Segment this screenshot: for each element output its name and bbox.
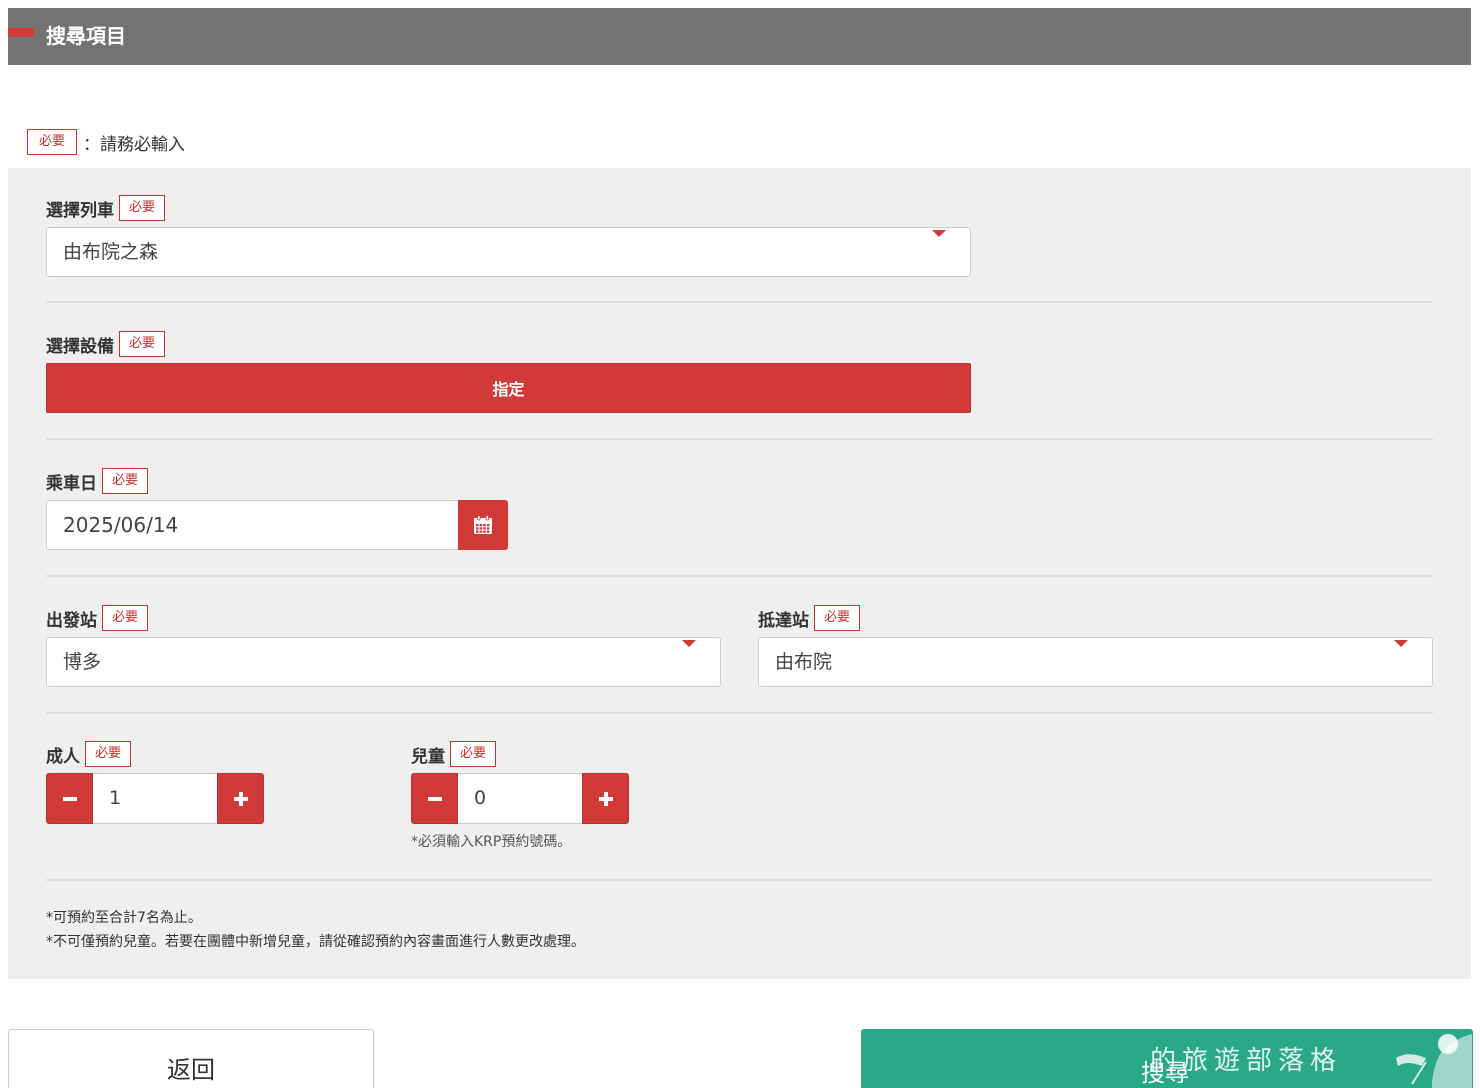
watermark-figure-icon (1396, 1034, 1472, 1088)
back-button-label: 返回 (167, 1056, 215, 1084)
date-label: 乘車日 (46, 473, 97, 494)
required-tag: 必要 (119, 195, 166, 221)
plus-icon (233, 791, 248, 806)
divider (46, 879, 1433, 881)
divider (46, 575, 1433, 577)
section-header: 搜尋項目 (8, 8, 1471, 65)
arrival-select-value: 由布院 (775, 651, 833, 673)
chevron-down-icon (1394, 640, 1408, 647)
required-legend-text: ：請務必輸入 (83, 134, 185, 155)
divider (46, 301, 1433, 303)
children-decrement-button[interactable] (411, 773, 458, 824)
back-button[interactable]: 返回 (8, 1029, 374, 1088)
equipment-label-row: 選擇設備 必要 (46, 331, 166, 357)
minus-icon (62, 796, 77, 801)
chevron-down-icon (932, 230, 946, 237)
note-max-passengers: *可預約至合計7名為止。 (46, 910, 202, 926)
departure-label-row: 出發站 必要 (46, 605, 149, 631)
search-form-panel: 選擇列車 必要 由布院之森 選擇設備 必要 指定 乘車日 必要 2025/06/… (8, 168, 1471, 979)
children-label: 兒童 (411, 746, 445, 767)
plus-icon (598, 791, 613, 806)
adults-decrement-button[interactable] (46, 773, 93, 824)
adults-stepper: 1 (46, 773, 264, 824)
departure-select[interactable]: 博多 (46, 637, 721, 687)
departure-label: 出發站 (46, 610, 97, 631)
train-label: 選擇列車 (46, 200, 114, 221)
train-select-value: 由布院之森 (63, 241, 159, 263)
arrival-select[interactable]: 由布院 (758, 637, 1433, 687)
train-label-row: 選擇列車 必要 (46, 195, 166, 221)
date-label-row: 乘車日 必要 (46, 468, 149, 494)
arrival-label: 抵達站 (758, 610, 809, 631)
children-label-row: 兒童 必要 (411, 741, 497, 767)
required-tag: 必要 (450, 741, 497, 767)
chevron-down-icon (682, 640, 696, 647)
equipment-label: 選擇設備 (46, 336, 114, 357)
adults-label: 成人 (46, 746, 80, 767)
required-tag: 必要 (85, 741, 132, 767)
note-children-only: *不可僅預約兒童。若要在團體中新增兒童，請從確認預約內容畫面進行人數更改處理。 (46, 934, 585, 950)
calendar-button[interactable] (458, 500, 508, 550)
minus-icon (427, 796, 442, 801)
children-increment-button[interactable] (582, 773, 629, 824)
date-input[interactable]: 2025/06/14 (46, 500, 459, 550)
calendar-icon (474, 515, 492, 534)
required-tag: 必要 (102, 468, 149, 494)
watermark-text: 的旅遊部落格 (1150, 1046, 1343, 1076)
divider (46, 712, 1433, 714)
departure-select-value: 博多 (63, 651, 102, 673)
children-note: *必須輸入KRP預約號碼。 (411, 834, 572, 850)
required-legend: 必要 ：請務必輸入 (27, 128, 185, 156)
arrival-label-row: 抵達站 必要 (758, 605, 861, 631)
children-stepper: 0 (411, 773, 629, 824)
children-quantity-input[interactable]: 0 (458, 773, 582, 824)
required-tag: 必要 (27, 129, 77, 155)
required-tag: 必要 (102, 605, 149, 631)
adults-increment-button[interactable] (217, 773, 264, 824)
header-accent-bar (8, 28, 34, 37)
divider (46, 438, 1433, 440)
adults-quantity-input[interactable]: 1 (93, 773, 217, 824)
required-tag: 必要 (119, 331, 166, 357)
adults-label-row: 成人 必要 (46, 741, 132, 767)
required-tag: 必要 (814, 605, 861, 631)
specify-equipment-button[interactable]: 指定 (46, 363, 971, 413)
train-select[interactable]: 由布院之森 (46, 227, 971, 277)
section-title: 搜尋項目 (46, 24, 126, 48)
